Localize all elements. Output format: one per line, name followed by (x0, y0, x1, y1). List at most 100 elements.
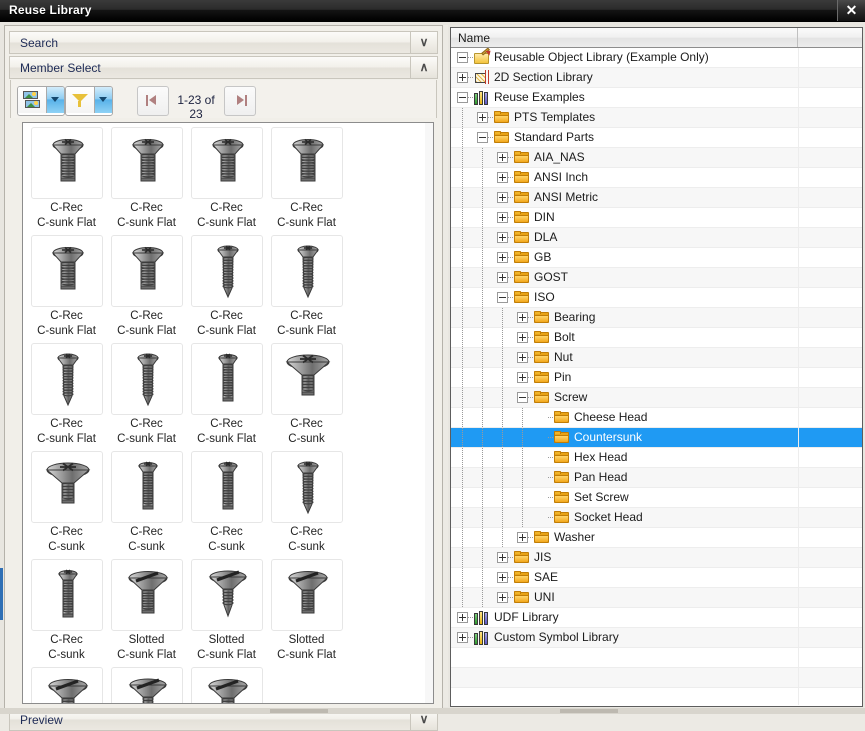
gallery-item[interactable]: C-RecC-sunk Flat (107, 343, 186, 450)
folder-icon (514, 271, 530, 284)
chevron-down-icon-search[interactable]: ∨ (410, 32, 437, 53)
tree-row[interactable]: Cheese Head (451, 408, 862, 428)
expand-icon[interactable] (497, 232, 508, 243)
gallery-item[interactable]: C-RecC-sunk Flat (27, 235, 106, 342)
gallery-item[interactable]: SlottedC-sunk Flat (187, 559, 266, 666)
gallery-item[interactable]: C-RecC-sunk (27, 559, 106, 666)
tree-row[interactable]: SAE (451, 568, 862, 588)
tree-row[interactable]: JIS (451, 548, 862, 568)
tree-row[interactable]: Countersunk (451, 428, 862, 448)
gallery-item[interactable]: C-RecC-sunk Flat (267, 127, 346, 234)
tree-row[interactable]: AIA_NAS (451, 148, 862, 168)
expand-icon[interactable] (517, 372, 528, 383)
tree-row[interactable]: Reusable Object Library (Example Only) (451, 48, 862, 68)
next-page-button[interactable] (224, 86, 256, 116)
gallery-item[interactable]: C-RecC-sunk (187, 451, 266, 558)
expand-icon[interactable] (457, 632, 468, 643)
gallery-item[interactable]: C-RecC-sunk Flat (187, 127, 266, 234)
tree-row-label: UDF Library (494, 610, 559, 625)
filter-button[interactable] (65, 86, 113, 116)
tree-row[interactable]: Reuse Examples (451, 88, 862, 108)
gallery-item[interactable]: C-RecC-sunk Flat (27, 127, 106, 234)
first-page-button[interactable] (137, 86, 169, 116)
collapse-icon[interactable] (457, 52, 468, 63)
collapse-icon[interactable] (497, 292, 508, 303)
tree-row[interactable]: GOST (451, 268, 862, 288)
expand-icon[interactable] (517, 312, 528, 323)
expand-icon[interactable] (497, 552, 508, 563)
gallery-item[interactable]: C-RecC-sunk Flat (27, 343, 106, 450)
expand-icon[interactable] (497, 192, 508, 203)
tree-row[interactable]: Custom Symbol Library (451, 628, 862, 648)
chevron-up-icon-member-select[interactable]: ∧ (410, 57, 437, 78)
tree-row[interactable]: Screw (451, 388, 862, 408)
tree-row[interactable]: Standard Parts (451, 128, 862, 148)
section-header-member-select[interactable]: Member Select ∧ (9, 56, 438, 79)
tree-row[interactable]: Bolt (451, 328, 862, 348)
tree-row[interactable]: ANSI Inch (451, 168, 862, 188)
tree-row[interactable]: Socket Head (451, 508, 862, 528)
collapse-icon[interactable] (517, 392, 528, 403)
filter-dropdown-button[interactable] (94, 87, 112, 113)
collapse-icon[interactable] (477, 132, 488, 143)
expand-icon[interactable] (497, 572, 508, 583)
gallery-item[interactable]: C-RecC-sunk Flat (107, 235, 186, 342)
window-bottom-strip (0, 708, 865, 714)
expand-icon[interactable] (477, 112, 488, 123)
gallery-item[interactable]: C-RecC-sunk (107, 451, 186, 558)
expand-icon[interactable] (517, 352, 528, 363)
tree-row[interactable]: Pin (451, 368, 862, 388)
gallery-item[interactable]: C-RecC-sunk Flat (187, 343, 266, 450)
expand-icon[interactable] (497, 252, 508, 263)
tree-row[interactable]: GB (451, 248, 862, 268)
gallery-item[interactable]: C-RecC-sunk (267, 343, 346, 450)
tree-row[interactable]: 2D Section Library (451, 68, 862, 88)
gallery-item[interactable]: SlottedC-sunk Flat (267, 559, 346, 666)
library-tree-pane: Name Reusable Object Library (Example On… (450, 27, 863, 707)
folder-icon (554, 451, 570, 464)
expand-icon[interactable] (517, 332, 528, 343)
view-style-dropdown-button[interactable] (46, 87, 64, 113)
tree-row[interactable]: Hex Head (451, 448, 862, 468)
expand-icon[interactable] (497, 152, 508, 163)
gallery-item[interactable]: SlottedC-sunk (27, 667, 106, 704)
gallery-item[interactable]: C-RecC-sunk Flat (107, 127, 186, 234)
gallery-item[interactable]: C-RecC-sunk (27, 451, 106, 558)
gallery-item[interactable]: C-RecC-sunk (267, 451, 346, 558)
gallery-item[interactable]: SlottedRaised (187, 667, 266, 704)
tree-row[interactable]: DIN (451, 208, 862, 228)
expand-icon[interactable] (457, 612, 468, 623)
tree-row[interactable]: Set Screw (451, 488, 862, 508)
column-header-name[interactable]: Name (451, 28, 798, 47)
gallery-item[interactable]: SlottedC-sunk Flat (107, 559, 186, 666)
tree-row[interactable]: ANSI Metric (451, 188, 862, 208)
tree-guide-line (502, 468, 503, 488)
expand-icon[interactable] (497, 592, 508, 603)
pane-splitter[interactable] (443, 25, 448, 707)
tree-row[interactable]: Nut (451, 348, 862, 368)
expand-icon[interactable] (457, 72, 468, 83)
tree-row[interactable]: ISO (451, 288, 862, 308)
view-style-button[interactable] (17, 86, 65, 116)
gallery-scrollbar[interactable] (425, 123, 433, 703)
tree-row[interactable]: UNI (451, 588, 862, 608)
collapse-icon[interactable] (457, 92, 468, 103)
tree-row[interactable]: Pan Head (451, 468, 862, 488)
tree-row[interactable]: DLA (451, 228, 862, 248)
section-2d-icon (474, 70, 491, 85)
expand-icon[interactable] (497, 272, 508, 283)
tree-row-label: JIS (534, 550, 551, 565)
gallery-item[interactable]: SlottedRaised (107, 667, 186, 704)
close-button[interactable]: ✕ (837, 0, 865, 21)
gallery-item[interactable]: C-RecC-sunk Flat (267, 235, 346, 342)
column-header-secondary[interactable] (798, 28, 862, 47)
tree-row[interactable]: PTS Templates (451, 108, 862, 128)
section-header-search[interactable]: Search ∨ (9, 31, 438, 54)
tree-row[interactable]: Bearing (451, 308, 862, 328)
expand-icon[interactable] (497, 172, 508, 183)
tree-row[interactable]: UDF Library (451, 608, 862, 628)
tree-row[interactable]: Washer (451, 528, 862, 548)
gallery-item[interactable]: C-RecC-sunk Flat (187, 235, 266, 342)
expand-icon[interactable] (497, 212, 508, 223)
expand-icon[interactable] (517, 532, 528, 543)
